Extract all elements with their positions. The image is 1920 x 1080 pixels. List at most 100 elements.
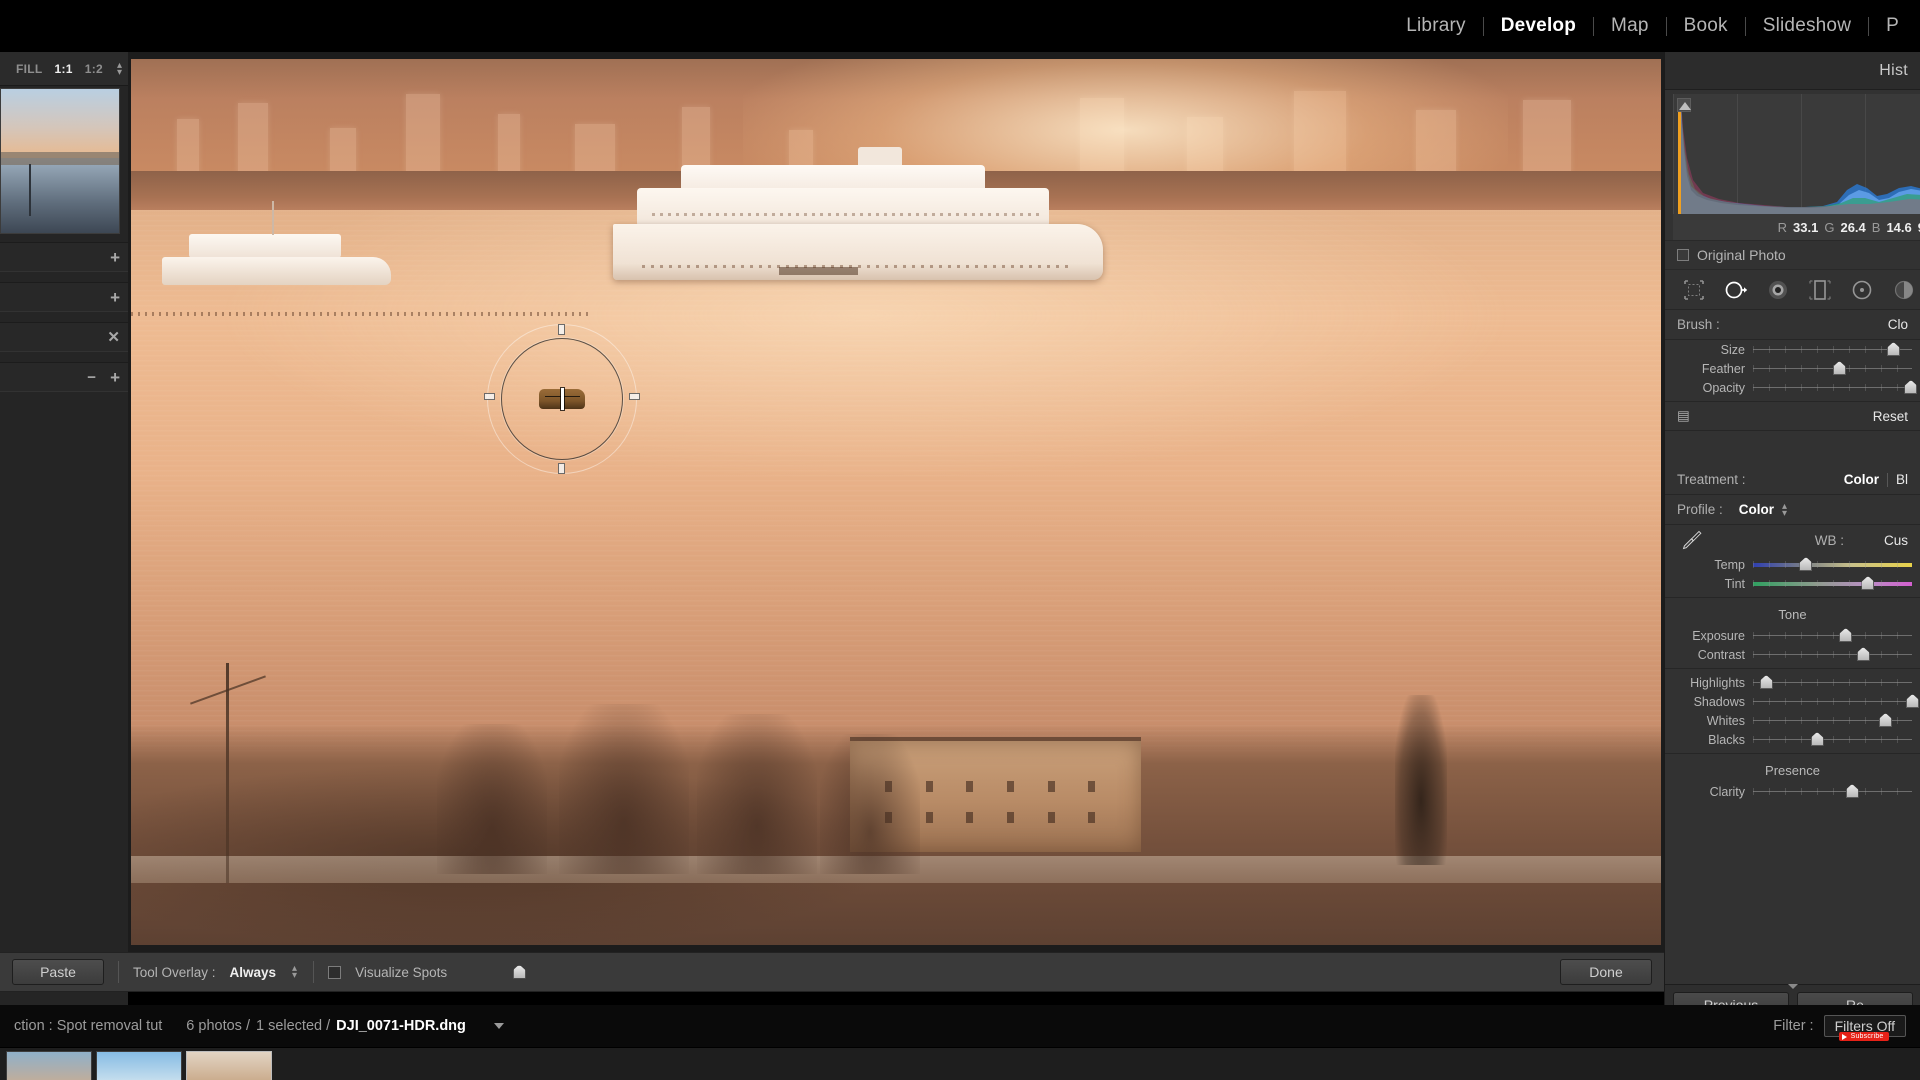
shadow-clipping-icon[interactable] [1677,98,1691,112]
photo-tree [819,734,920,875]
visualize-spots-slider[interactable] [461,964,581,979]
brush-size-label: Size [1720,342,1745,357]
whites-slider[interactable] [1753,713,1912,727]
add-preset-row[interactable]: + [0,242,128,272]
module-map[interactable]: Map [1594,15,1666,37]
histogram-header[interactable]: Hist [1665,52,1920,90]
left-panel-spacer-2 [0,312,128,322]
module-develop[interactable]: Develop [1484,15,1593,37]
add-snapshot-row[interactable]: + [0,282,128,312]
plus-icon[interactable]: + [110,289,120,306]
profile-value[interactable]: Color [1739,502,1774,517]
zoom-1-1[interactable]: 1:1 [55,62,73,76]
panel-gap-1 [1665,431,1920,465]
paste-button[interactable]: Paste [12,959,104,985]
photo-tree [559,704,690,875]
contrast-slider[interactable] [1753,647,1912,661]
zoom-fill[interactable]: FILL [16,62,43,76]
close-icon[interactable]: ✕ [107,330,120,345]
clear-history-row[interactable]: ✕ [0,322,128,352]
up-down-stepper-icon[interactable]: ▴ ▾ [115,60,124,77]
photo-canvas[interactable] [131,59,1661,945]
brush-opacity-label: Opacity [1702,380,1745,395]
rgb-b-key: B [1871,219,1881,235]
exposure-slider[interactable] [1753,628,1912,642]
divider-tone [1665,597,1920,598]
treatment-bw-option[interactable]: Bl [1896,472,1908,487]
zoom-1-2[interactable]: 1:2 [85,62,103,76]
histogram[interactable] [1673,94,1920,214]
histogram-curves [1678,98,1920,214]
red-eye-correction-tool[interactable] [1765,277,1791,303]
histogram-title: Hist [1879,61,1908,79]
crop-overlay-tool[interactable] [1681,277,1707,303]
filmstrip-thumb-3[interactable] [186,1051,272,1080]
subscribe-badge[interactable]: Subscribe [1838,1032,1889,1041]
spot-removal-tool[interactable] [1723,277,1749,303]
done-button[interactable]: Done [1560,959,1652,985]
panel-switch-icon[interactable]: ▤ [1677,408,1690,424]
adjustment-brush-tool[interactable] [1891,277,1917,303]
module-book[interactable]: Book [1667,15,1745,37]
module-slideshow[interactable]: Slideshow [1746,15,1868,37]
chevron-down-icon[interactable] [493,1023,504,1029]
brush-reset-button[interactable]: Reset [1873,409,1908,424]
highlights-slider[interactable] [1753,675,1912,689]
treatment-color-option[interactable]: Color [1844,472,1879,487]
current-filename[interactable]: DJI_0071-HDR.dng [336,1018,466,1034]
navigator-water [1,158,119,233]
selected-count-label: 1 selected / [255,1018,331,1034]
highlights-label: Highlights [1690,675,1745,690]
filter-dropdown[interactable]: Filters Off Subscribe [1823,1015,1906,1041]
brush-feather-slider[interactable] [1753,361,1912,375]
graduated-filter-tool[interactable] [1807,277,1833,303]
module-print[interactable]: P [1869,15,1916,37]
up-down-stepper-icon[interactable]: ▴ ▾ [290,964,299,981]
left-panel-spacer-1 [0,272,128,282]
radial-filter-tool[interactable] [1849,277,1875,303]
minus-icon[interactable]: − [87,370,96,385]
brush-size-slider[interactable] [1753,342,1912,356]
navigator-mast [29,163,32,216]
brush-opacity-slider[interactable] [1753,380,1918,394]
left-panel-sections: + + ✕ − + [0,242,128,392]
brush-label: Brush : [1677,317,1720,332]
navigator-preview[interactable] [0,88,120,234]
treatment-row: Treatment : Color Bl [1665,465,1920,495]
filmstrip-thumb-2[interactable] [96,1051,182,1080]
collections-row[interactable]: − + [0,362,128,392]
temp-label: Temp [1714,557,1745,572]
whites-slider-row: Whites [1665,711,1920,730]
clarity-slider[interactable] [1753,784,1912,798]
navigator-zoom-row: FILL 1:1 1:2 ▴ ▾ [0,52,128,86]
blacks-label: Blacks [1708,732,1745,747]
brush-row: Brush : Clo [1665,310,1920,340]
original-photo-row[interactable]: Original Photo [1665,240,1920,270]
photo-pier [131,311,590,316]
tool-overlay-value[interactable]: Always [230,965,277,980]
rgb-g-value: 26.4 [1840,219,1866,235]
plus-icon[interactable]: + [110,249,120,266]
collection-label[interactable]: ction : Spot removal tut [14,1018,162,1034]
shadows-slider[interactable] [1753,694,1919,708]
temp-slider-row: Temp [1665,555,1920,574]
module-library[interactable]: Library [1389,15,1482,37]
treatment-sep [1886,472,1888,487]
wb-value[interactable]: Cus [1884,533,1908,548]
image-stage[interactable] [128,52,1664,952]
tint-slider[interactable] [1753,576,1912,590]
navigator-shore [1,152,119,166]
original-photo-checkbox[interactable] [1677,249,1689,261]
plus-icon[interactable]: + [110,369,120,386]
visualize-spots-checkbox[interactable] [328,965,342,979]
white-balance-eyedropper-icon[interactable] [1679,527,1705,553]
photo-conifer [1394,695,1447,866]
filmstrip-thumb-1[interactable] [6,1051,92,1080]
up-down-stepper-icon[interactable]: ▴ ▾ [1780,501,1789,518]
whites-label: Whites [1706,713,1745,728]
visualize-spots-label: Visualize Spots [355,964,448,980]
temp-slider[interactable] [1753,557,1912,571]
panel-collapse-caret-icon[interactable] [1788,984,1798,989]
brush-mode-clone[interactable]: Clo [1888,317,1908,332]
blacks-slider[interactable] [1753,732,1912,746]
